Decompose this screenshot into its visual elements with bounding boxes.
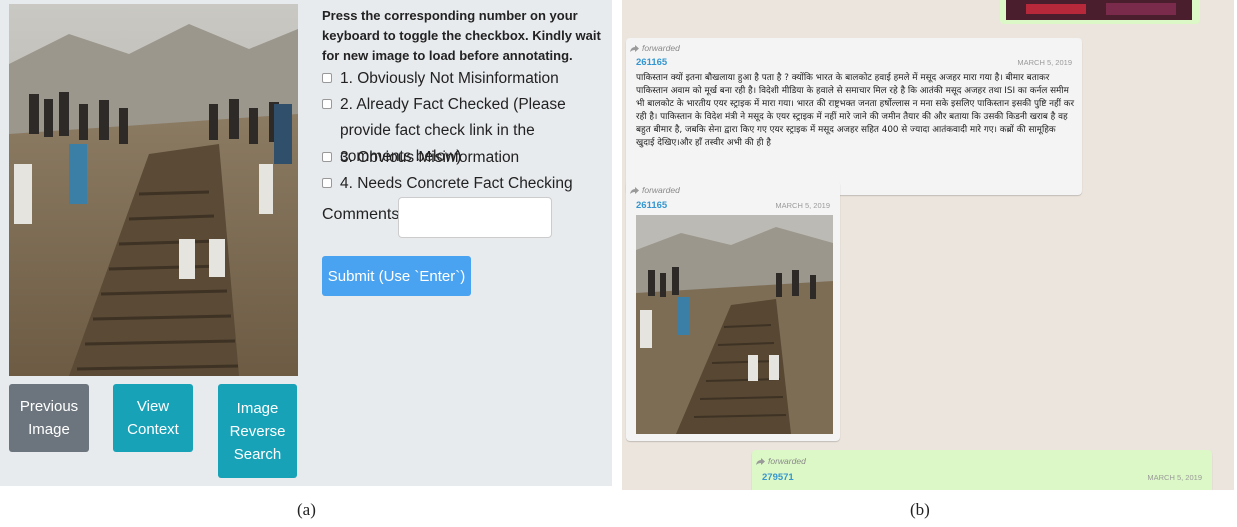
checkbox[interactable] <box>322 99 332 109</box>
option-label: 1. Obviously Not Misinformation <box>340 70 559 87</box>
sender-id[interactable]: 261165 <box>636 200 667 211</box>
forward-arrow-icon <box>630 186 639 194</box>
forwarded-label: forwarded <box>630 43 680 53</box>
forwarded-text: forwarded <box>642 43 680 53</box>
instructions-text: Press the corresponding number on your k… <box>322 8 601 63</box>
image-reverse-search-button[interactable]: Image Reverse Search <box>218 384 297 478</box>
option-needs-fact-checking[interactable]: 4. Needs Concrete Fact Checking <box>322 171 602 197</box>
option-not-misinformation[interactable]: 1. Obviously Not Misinformation <box>322 66 602 92</box>
message-bubble: forwarded 279571 MARCH 5, 2019 <box>752 450 1212 490</box>
forward-arrow-icon <box>630 44 639 52</box>
submit-button[interactable]: Submit (Use `Enter`) <box>322 256 471 296</box>
message-text: पाकिस्तान क्यों इतना बौखलाया हुआ है पता … <box>636 73 1075 148</box>
forward-arrow-icon <box>756 457 765 465</box>
forwarded-label: forwarded <box>630 185 680 195</box>
message-bubble: forwarded 261165 MARCH 5, 2019 <box>626 181 840 441</box>
comments-label: Comments: <box>322 206 404 223</box>
option-label: 4. Needs Concrete Fact Checking <box>340 175 573 192</box>
message-bubble: forwarded 261165 MARCH 5, 2019 पाकिस्तान… <box>626 38 1082 195</box>
grave-digging-photo <box>9 4 298 376</box>
option-label: 3. Obvious Misinformation <box>340 149 520 166</box>
checkbox[interactable] <box>322 152 332 162</box>
comments-input[interactable] <box>398 197 552 238</box>
sender-id[interactable]: 261165 <box>636 57 667 68</box>
forwarded-text: forwarded <box>642 185 680 195</box>
checkbox[interactable] <box>322 73 332 83</box>
previous-image-thumbnail <box>1000 0 1200 24</box>
message-date: MARCH 5, 2019 <box>1017 58 1072 67</box>
view-context-button[interactable]: View Context <box>113 384 193 452</box>
message-date: MARCH 5, 2019 <box>1147 473 1202 482</box>
caption-b: (b) <box>910 500 930 519</box>
caption-a: (a) <box>297 500 316 519</box>
previous-image-button[interactable]: Previous Image <box>9 384 89 452</box>
sender-id[interactable]: 279571 <box>762 472 794 483</box>
option-obvious-misinformation[interactable]: 3. Obvious Misinformation <box>322 145 602 171</box>
message-date: MARCH 5, 2019 <box>775 201 830 210</box>
checkbox[interactable] <box>322 178 332 188</box>
message-photo[interactable] <box>636 215 833 434</box>
forwarded-text: forwarded <box>768 456 806 466</box>
annotation-panel: Previous Image View Context Image Revers… <box>0 0 612 486</box>
chat-panel: forwarded 261165 MARCH 5, 2019 पाकिस्तान… <box>622 0 1234 490</box>
forwarded-label: forwarded <box>756 456 806 466</box>
